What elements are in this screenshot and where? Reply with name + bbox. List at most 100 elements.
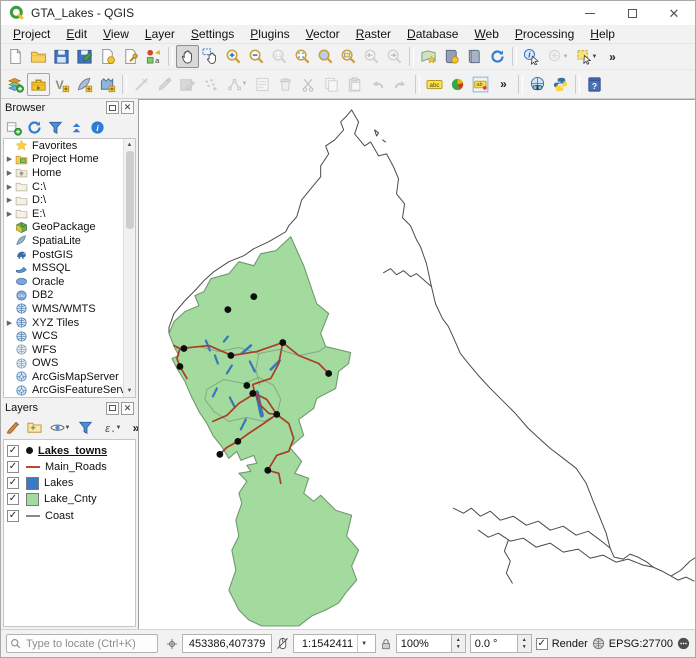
help-contents-button[interactable]: ? [583,73,606,96]
messages-icon[interactable] [677,637,690,650]
menu-item-database[interactable]: Database [399,26,466,42]
browser-properties-button[interactable]: i [87,117,107,137]
refresh-map-button[interactable] [486,45,509,68]
browser-item-xyz-tiles[interactable]: ▶XYZ Tiles [4,316,135,330]
menu-item-project[interactable]: Project [5,26,58,42]
lock-scale-icon[interactable] [380,638,392,650]
render-checkbox[interactable]: ✓ [536,638,548,650]
layout-manager-button[interactable] [119,45,142,68]
browser-item-c-[interactable]: ▶C:\ [4,180,135,194]
open-layer-styling-button[interactable] [3,418,23,438]
browser-item-oracle[interactable]: Oracle [4,275,135,289]
rotation-value[interactable]: 0.0 ° [470,634,518,653]
menu-item-layer[interactable]: Layer [137,26,183,42]
crs-label[interactable]: EPSG:27700 [609,638,673,650]
new-geopackage-layer-button[interactable] [27,73,50,96]
menu-item-plugins[interactable]: Plugins [242,26,297,42]
browser-item-home[interactable]: ▶Home [4,166,135,180]
menu-item-view[interactable]: View [95,26,137,42]
pinned-labels-button[interactable]: ab [469,73,492,96]
zoom-to-layer-button[interactable] [337,45,360,68]
scale-dropdown-icon[interactable]: ▼ [357,635,367,652]
filter-legend-button[interactable] [75,418,95,438]
browser-scrollbar[interactable]: ▲ ▼ [123,139,135,397]
browser-item-ows[interactable]: OWS [4,357,135,371]
browser-item-mssql[interactable]: MSSQL [4,261,135,275]
layer-item-lakes[interactable]: ✓Lakes [4,475,135,491]
browser-item-postgis[interactable]: PostGIS [4,248,135,262]
expand-icon[interactable]: ▶ [4,183,15,191]
locator-box[interactable] [6,634,158,653]
menu-item-settings[interactable]: Settings [183,26,242,42]
new-mesh-layer-button[interactable] [96,73,119,96]
expand-icon[interactable]: ▶ [4,319,15,327]
refresh-browser-button[interactable] [24,117,44,137]
browser-item-e-[interactable]: ▶E:\ [4,207,135,221]
browser-item-wms-wmts[interactable]: WMS/WMTS [4,302,135,316]
layer-visibility-checkbox[interactable]: ✓ [7,461,19,473]
identify-features-button[interactable]: i [520,45,543,68]
collapse-all-button[interactable] [66,117,86,137]
layer-item-main_roads[interactable]: ✓Main_Roads [4,459,135,475]
browser-item-wfs[interactable]: WFS [4,343,135,357]
new-project-button[interactable] [4,45,27,68]
new-virtual-layer-button[interactable]: V [50,73,73,96]
scroll-thumb[interactable] [126,151,134,229]
style-manager-button[interactable]: a [142,45,165,68]
browser-item-spatialite[interactable]: SpatiaLite [4,234,135,248]
menu-item-help[interactable]: Help [582,26,623,42]
add-selected-layers-button[interactable] [3,117,23,137]
extents-toggle-icon[interactable] [276,637,289,650]
expand-icon[interactable]: ▶ [4,210,15,218]
browser-float-button[interactable] [106,101,119,114]
data-source-manager-button[interactable] [4,73,27,96]
filter-browser-button[interactable] [45,117,65,137]
layer-diagrams-button[interactable] [446,73,469,96]
browser-item-arcgismapserver[interactable]: ArcGisMapServer [4,370,135,384]
magnifier-spin-buttons[interactable]: ▲▼ [452,634,466,653]
save-project-button[interactable] [50,45,73,68]
scroll-up-icon[interactable]: ▲ [124,139,135,150]
layer-labeling-button[interactable]: abc [423,73,446,96]
layer-visibility-checkbox[interactable]: ✓ [7,477,19,489]
browser-close-button[interactable]: ✕ [121,101,134,114]
metasearch-button[interactable] [526,73,549,96]
browser-item-db2[interactable]: DB2DB2 [4,289,135,303]
close-button[interactable]: ✕ [653,1,695,25]
maximize-button[interactable] [611,1,653,25]
layer-item-lake_cnty[interactable]: ✓Lake_Cnty [4,491,135,507]
layers-close-button[interactable]: ✕ [121,402,134,415]
scale-combo[interactable]: 1:1542411 ▼ [293,634,375,653]
layer-visibility-checkbox[interactable]: ✓ [7,510,19,522]
show-spatial-bookmarks-button[interactable] [440,45,463,68]
layer-item-coast[interactable]: ✓Coast [4,508,135,524]
toolbar-overflow-2[interactable]: » [492,73,515,96]
layer-visibility-checkbox[interactable]: ✓ [7,445,19,457]
menu-item-raster[interactable]: Raster [348,26,399,42]
python-console-button[interactable] [549,73,572,96]
map-canvas[interactable] [138,99,695,629]
rotation-spin[interactable]: 0.0 ° ▲▼ [470,634,532,653]
expand-icon[interactable]: ▶ [4,196,15,204]
add-group-button[interactable] [24,418,44,438]
browser-item-arcgisfeatureserver[interactable]: ArcGisFeatureServer [4,384,135,398]
layers-float-button[interactable] [106,402,119,415]
pan-map-button[interactable] [176,45,199,68]
locator-input[interactable] [24,637,154,651]
rotation-spin-buttons[interactable]: ▲▼ [518,634,532,653]
new-shapefile-layer-button[interactable] [73,73,96,96]
new-spatial-bookmark-button[interactable] [417,45,440,68]
coordinate-display[interactable]: 453386,407379 [182,634,272,653]
save-project-as-button[interactable] [73,45,96,68]
zoom-to-selection-button[interactable] [314,45,337,68]
browser-item-favorites[interactable]: Favorites [4,139,135,153]
magnifier-value[interactable]: 100% [396,634,452,653]
expand-icon[interactable]: ▶ [4,155,15,163]
pan-to-selection-button[interactable] [199,45,222,68]
menu-item-vector[interactable]: Vector [298,26,348,42]
layer-item-lakes_towns[interactable]: ✓Lakes_towns [4,443,135,459]
show-bookmark-manager-button[interactable] [463,45,486,68]
zoom-in-button[interactable] [222,45,245,68]
minimize-button[interactable] [569,1,611,25]
zoom-full-button[interactable] [291,45,314,68]
